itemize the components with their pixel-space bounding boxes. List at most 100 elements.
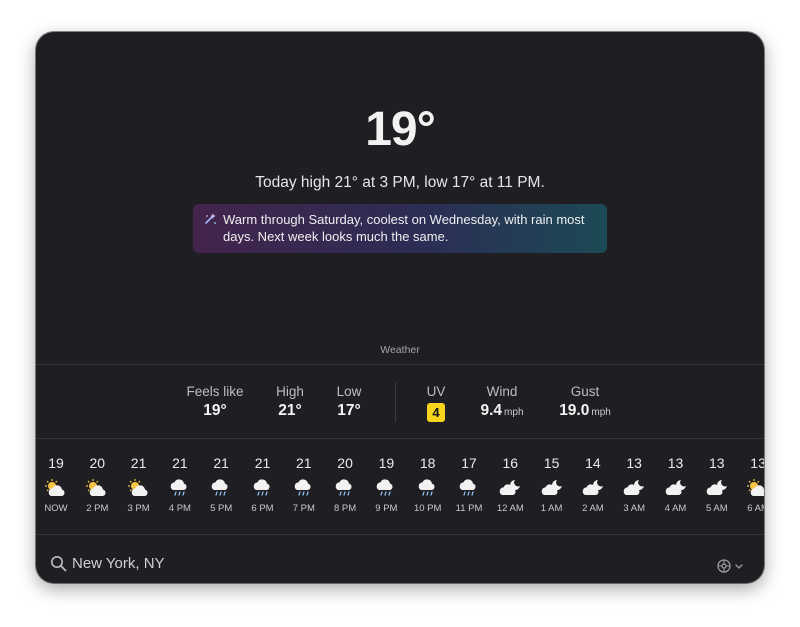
sun-cloud-icon (45, 479, 65, 496)
hourly-time: 3 PM (127, 503, 150, 514)
hourly-time: 6 PM (251, 503, 274, 514)
hourly-temp: 21 (254, 455, 271, 471)
hourly-item: 14 2 AM (571, 455, 615, 514)
rain-cloud-icon (335, 479, 352, 496)
rain-cloud-icon (294, 479, 311, 496)
gust-value: 19.0 mph (559, 402, 611, 420)
hourly-item: 21 4 PM (158, 455, 202, 514)
hourly-temp: 14 (585, 455, 601, 471)
rain-cloud-icon (459, 479, 476, 496)
hourly-item: 21 3 PM (117, 455, 161, 514)
hourly-temp: 21 (296, 455, 312, 471)
current-temperature: 19° (365, 103, 436, 156)
hourly-time: 9 PM (375, 503, 398, 514)
hourly-time: 4 AM (664, 503, 687, 514)
low-label: Low (336, 384, 362, 399)
hourly-temp: 20 (89, 455, 106, 471)
sun-cloud-icon (127, 479, 148, 496)
hourly-time: 7 PM (292, 503, 315, 514)
moon-cloud-icon (623, 480, 645, 495)
hourly-time: NOW (44, 503, 68, 514)
high-value: 21° (278, 402, 302, 419)
hourly-item: 17 11 PM (447, 455, 491, 514)
hourly-time: 5 PM (210, 503, 233, 514)
divider (36, 438, 764, 439)
hourly-item: 13 3 AM (612, 455, 656, 514)
moon-cloud-icon (500, 480, 521, 495)
hourly-time: 1 AM (540, 503, 563, 514)
hourly-temp: 21 (130, 455, 147, 471)
search-icon (51, 556, 67, 572)
uv-badge: 4 (427, 403, 445, 422)
moon-cloud-icon (665, 480, 686, 495)
hourly-item: 16 12 AM (488, 455, 532, 514)
hourly-temp: 21 (172, 455, 188, 471)
rain-cloud-icon (377, 479, 393, 496)
moon-cloud-icon (706, 480, 727, 495)
wind-label: Wind (486, 384, 518, 399)
hourly-temp: 19 (48, 455, 64, 471)
hourly-time: 5 AM (705, 503, 728, 514)
hourly-time: 6 AM (747, 503, 764, 514)
hourly-item: 13 6 AM (736, 455, 764, 514)
hourly-time: 11 PM (455, 503, 483, 514)
hourly-item: 21 7 PM (282, 455, 326, 514)
insight-text: Warm through Saturday, coolest on Wednes… (223, 212, 585, 244)
low-value: 17° (337, 402, 361, 419)
wind-value: 9.4 mph (480, 402, 523, 420)
hourly-item: 13 5 AM (695, 455, 739, 514)
rain-cloud-icon (418, 479, 435, 496)
wind-number: 9.4 (480, 402, 503, 419)
stat-wind: Wind 9.4 mph (457, 384, 547, 420)
stat-low: Low 17° (304, 384, 394, 420)
stat-gust: Gust 19.0 mph (540, 384, 630, 420)
hourly-temp: 15 (543, 455, 560, 471)
sparkle-icon (205, 213, 216, 224)
wind-unit: mph (504, 407, 524, 418)
rain-cloud-icon (170, 479, 187, 496)
hourly-time: 2 PM (86, 503, 109, 514)
moon-cloud-icon (582, 480, 603, 495)
gear-icon[interactable] (716, 558, 746, 574)
search-input[interactable] (72, 555, 372, 572)
forecast-insight[interactable]: Warm through Saturday, coolest on Wednes… (193, 204, 607, 253)
weather-window: 19° Today high 21° at 3 PM, low 17° at 1… (36, 32, 764, 583)
hourly-item: 21 6 PM (241, 455, 285, 514)
hourly-temp: 16 (502, 455, 519, 471)
hourly-item: 19 NOW (36, 455, 78, 514)
hourly-time: 3 AM (623, 503, 646, 514)
sun-cloud-icon (86, 479, 106, 496)
hourly-item: 13 4 AM (654, 455, 698, 514)
hourly-temp: 17 (461, 455, 477, 471)
rain-cloud-icon (211, 479, 228, 496)
hourly-time: 8 PM (334, 503, 357, 514)
gust-label: Gust (570, 384, 600, 399)
hourly-item: 18 10 PM (406, 455, 450, 514)
source-label: Weather (380, 344, 420, 356)
hourly-temp: 13 (626, 455, 642, 471)
hourly-temp: 13 (709, 455, 725, 471)
gust-unit: mph (591, 407, 611, 418)
feels-like-value: 19° (203, 402, 227, 419)
hourly-time: 2 AM (582, 503, 604, 514)
hourly-item: 21 5 PM (199, 455, 243, 514)
hourly-item: 19 9 PM (364, 455, 408, 514)
hourly-item: 20 8 PM (323, 455, 367, 514)
hourly-item: 20 2 PM (75, 455, 119, 514)
hourly-temp: 21 (213, 455, 229, 471)
moon-cloud-icon (541, 480, 562, 495)
divider (36, 534, 764, 535)
divider (36, 364, 764, 365)
hourly-temp: 13 (667, 455, 684, 471)
sun-cloud-icon (747, 479, 764, 496)
hourly-temp: 18 (419, 455, 436, 471)
search-bar[interactable] (50, 555, 372, 572)
hourly-time: 4 PM (168, 503, 191, 514)
hourly-time: 12 AM (496, 503, 524, 514)
hourly-time: 10 PM (413, 503, 442, 514)
hourly-item: 15 1 AM (530, 455, 574, 514)
gust-number: 19.0 (559, 402, 590, 419)
daily-summary: Today high 21° at 3 PM, low 17° at 11 PM… (255, 174, 545, 191)
hourly-temp: 13 (750, 455, 764, 471)
rain-cloud-icon (253, 479, 269, 496)
